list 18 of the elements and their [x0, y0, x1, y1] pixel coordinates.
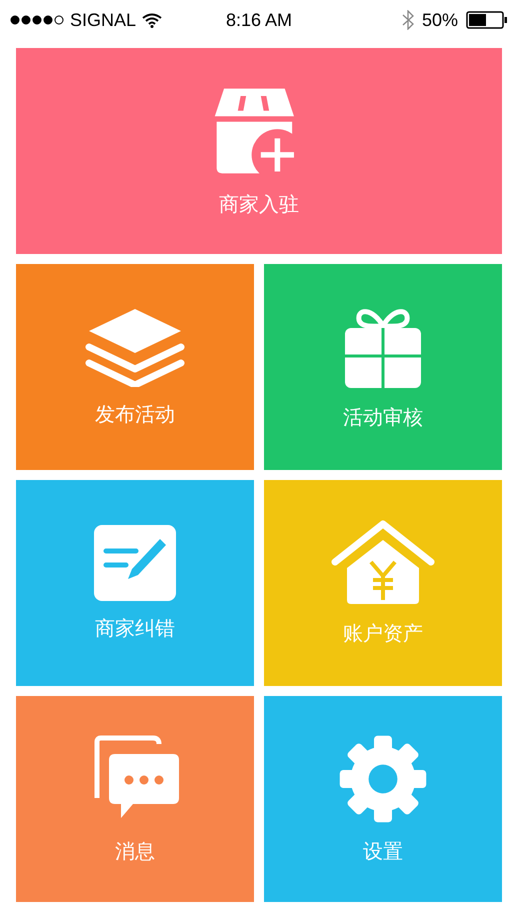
settings-icon	[338, 734, 428, 824]
menu-tile[interactable]: 发布活动	[16, 264, 254, 470]
clock-time: 8:16 AM	[226, 10, 292, 30]
layers-icon	[85, 306, 185, 386]
menu-tile[interactable]: 消息	[16, 696, 254, 902]
menu-tile[interactable]: 商家入驻	[16, 48, 502, 254]
battery-percentage: 50%	[422, 10, 458, 30]
wifi-icon	[142, 12, 162, 28]
menu-tile[interactable]: 商家纠错	[16, 480, 254, 686]
bluetooth-icon	[402, 10, 414, 30]
battery-icon	[466, 11, 508, 29]
menu-tile[interactable]: 活动审核	[264, 264, 502, 470]
house-yen-icon	[331, 520, 435, 606]
menu-tile[interactable]: 设置	[264, 696, 502, 902]
menu-tile[interactable]: 账户资产	[264, 480, 502, 686]
edit-note-icon	[94, 524, 176, 600]
carrier-name: SIGNAL	[70, 10, 136, 30]
signal-strength-icon	[10, 15, 64, 25]
